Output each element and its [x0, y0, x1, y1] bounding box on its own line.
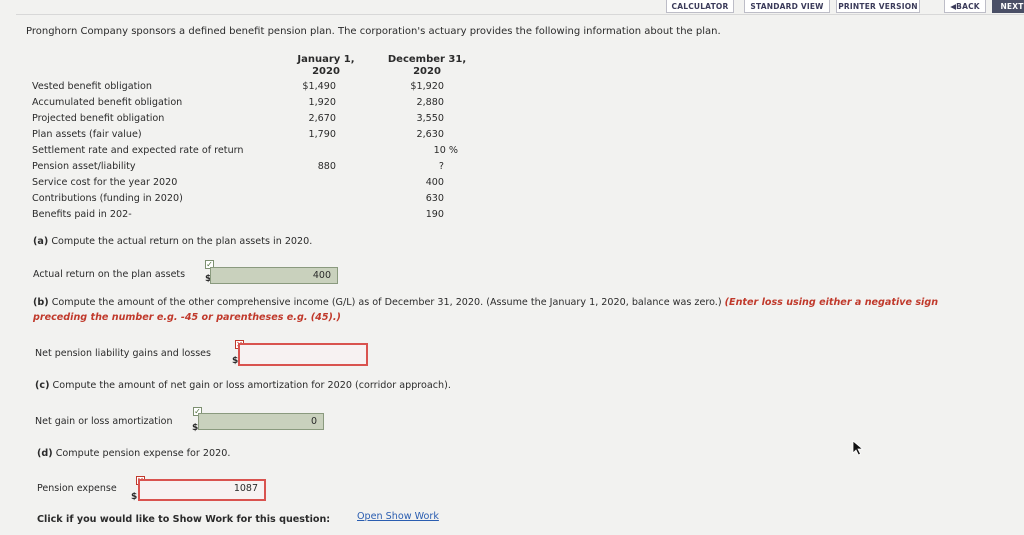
row-dec-value: 3,550 [416, 113, 444, 124]
part-c-question: (c) Compute the amount of net gain or lo… [35, 380, 451, 391]
part-c-prefix: (c) [35, 380, 50, 391]
problem-intro: Pronghorn Company sponsors a defined ben… [26, 26, 721, 37]
part-a-question: (a) Compute the actual return on the pla… [33, 236, 312, 247]
col-header-dec-line1: December 31, [387, 54, 467, 65]
part-d-text: Compute pension expense for 2020. [55, 448, 231, 459]
row-jan-value: 1,920 [308, 97, 336, 108]
back-label: BACK [956, 2, 980, 11]
col-header-dec: December 31, 2020 [382, 54, 472, 78]
actual-return-input[interactable]: 400 [210, 267, 338, 284]
part-b-field-label: Net pension liability gains and losses [35, 348, 211, 359]
col-header-jan-line2: 2020 [312, 66, 340, 77]
part-d-prefix: (d) [37, 448, 53, 459]
mouse-cursor-icon [852, 440, 864, 456]
row-label: Settlement rate and expected rate of ret… [32, 145, 244, 156]
part-b-question: (b) Compute the amount of the other comp… [33, 297, 938, 308]
row-label: Benefits paid in 202- [32, 209, 132, 220]
part-c-field-label: Net gain or loss amortization [35, 416, 173, 427]
next-button[interactable]: NEXT [992, 0, 1024, 13]
net-pension-gains-losses-input[interactable] [238, 343, 368, 366]
row-dec-value: 190 [425, 209, 444, 220]
part-d-field-label: Pension expense [37, 483, 117, 494]
row-label: Service cost for the year 2020 [32, 177, 178, 188]
row-jan-value: 1,790 [308, 129, 336, 140]
row-label: Accumulated benefit obligation [32, 97, 183, 108]
net-gain-loss-amortization-input[interactable]: 0 [198, 413, 324, 430]
part-b-hint-line2: preceding the number e.g. -45 or parenth… [33, 312, 341, 323]
open-show-work-link[interactable]: Open Show Work [357, 511, 439, 522]
top-toolbar: CALCULATOR STANDARD VIEW PRINTER VERSION… [0, 0, 1024, 14]
row-label: Plan assets (fair value) [32, 129, 142, 140]
row-dec-value: 2,880 [416, 97, 444, 108]
row-jan-value: 880 [317, 161, 336, 172]
row-label: Vested benefit obligation [32, 81, 152, 92]
row-jan-value: 2,670 [308, 113, 336, 124]
standard-view-button[interactable]: STANDARD VIEW [744, 0, 830, 13]
divider [16, 14, 1024, 15]
part-b-prefix: (b) [33, 297, 49, 308]
row-dec-value: ? [438, 161, 444, 172]
part-a-field-label: Actual return on the plan assets [33, 269, 186, 280]
printer-version-button[interactable]: PRINTER VERSION [836, 0, 920, 13]
part-c-text: Compute the amount of net gain or loss a… [52, 380, 451, 391]
part-b-hint-line1: (Enter loss using either a negative sign [724, 297, 939, 308]
calculator-button[interactable]: CALCULATOR [666, 0, 734, 13]
row-dec-value: 2,630 [416, 129, 444, 140]
row-dec-value: $1,920 [410, 81, 444, 92]
show-work-prompt: Click if you would like to Show Work for… [37, 514, 331, 525]
currency-symbol: $ [131, 492, 138, 502]
col-header-jan: January 1, 2020 [288, 54, 364, 78]
col-header-jan-line1: January 1, [297, 54, 355, 65]
part-a-prefix: (a) [33, 236, 49, 247]
part-d-question: (d) Compute pension expense for 2020. [37, 448, 230, 459]
row-label: Pension asset/liability [32, 161, 136, 172]
row-dec-value: 630 [425, 193, 444, 204]
pension-expense-input[interactable]: 1087 [138, 479, 266, 501]
row-jan-value: $1,490 [302, 81, 336, 92]
row-dec-value: 400 [425, 177, 444, 188]
part-b-text: Compute the amount of the other comprehe… [51, 297, 722, 308]
row-label: Projected benefit obligation [32, 113, 165, 124]
part-a-text: Compute the actual return on the plan as… [51, 236, 313, 247]
row-dec-value: 10 % [433, 145, 458, 156]
col-header-dec-line2: 2020 [413, 66, 441, 77]
row-label: Contributions (funding in 2020) [32, 193, 183, 204]
back-button[interactable]: ◀BACK [944, 0, 986, 13]
